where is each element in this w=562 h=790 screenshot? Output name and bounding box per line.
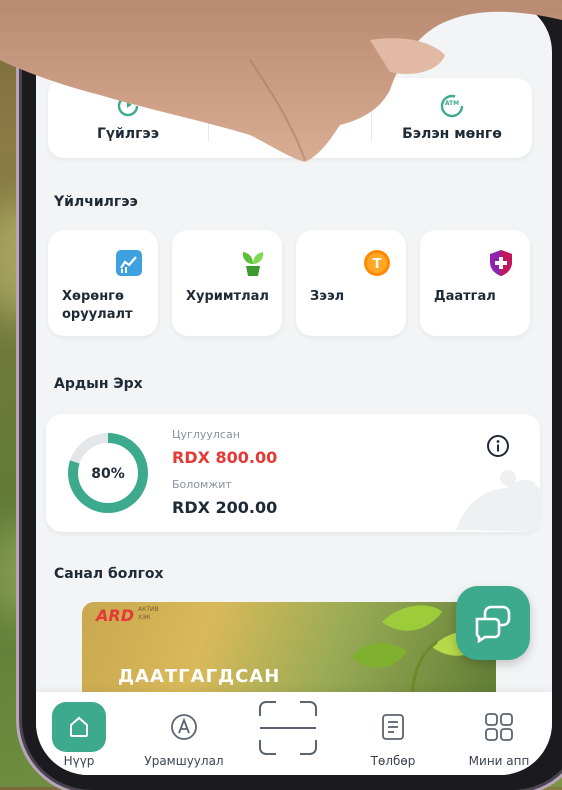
service-label: Хөрөнгө — [62, 289, 124, 304]
offer-banner[interactable]: ARD АКТИВ ХЭК ДААТГАГДСАН — [82, 602, 496, 702]
nav-mini-apps-label: Мини апп — [468, 754, 530, 768]
cash-button[interactable]: ATM Бэлэн мөнгө — [372, 78, 532, 158]
cash-label: Бэлэн мөнгө — [402, 126, 502, 142]
transfer-icon — [117, 95, 139, 117]
services-title: Үйлчилгээ — [54, 194, 138, 210]
rewards-icon — [171, 714, 197, 740]
service-investment[interactable]: Хөрөнгө оруулалт — [48, 230, 158, 336]
service-label: оруулалт — [62, 307, 133, 322]
service-label: Даатгал — [434, 289, 496, 304]
quick-actions-card: Гүйлгээ ATM Бэлэн мөнгө — [48, 78, 532, 158]
ardyn-erkh-title: Ардын Эрх — [54, 376, 143, 392]
scan-icon — [259, 701, 317, 755]
horse-rider-watermark-icon — [456, 470, 540, 532]
nav-home[interactable]: Нүүр — [52, 692, 106, 775]
chat-button[interactable] — [456, 586, 530, 660]
transfer-label: Гүйлгээ — [96, 126, 160, 142]
banner-title: ДААТГАГДСАН — [118, 666, 281, 687]
atm-icon: ATM — [440, 94, 464, 118]
nav-home-label: Нүүр — [63, 754, 95, 768]
progress-percent: 80% — [91, 466, 125, 482]
svg-text:ATM: ATM — [445, 100, 459, 107]
service-label: Зээл — [310, 289, 345, 304]
nav-payment-label: Төлбөр — [370, 754, 416, 768]
nav-payment[interactable]: Төлбөр — [366, 692, 420, 775]
service-savings[interactable]: Хуримтлал — [172, 230, 282, 336]
mini-apps-icon — [485, 713, 513, 741]
nav-scan[interactable] — [256, 692, 320, 775]
plant-savings-icon — [242, 252, 264, 276]
service-loan[interactable]: T Зээл — [296, 230, 406, 336]
service-insurance[interactable]: Даатгал — [420, 230, 530, 336]
svg-text:T: T — [373, 257, 382, 272]
nav-rewards-label: Урамшуулал — [144, 754, 224, 768]
collected-label: Цуглуулсан — [172, 428, 240, 441]
offers-title: Санал болгох — [54, 566, 164, 582]
transfer-button[interactable]: Гүйлгээ — [48, 78, 208, 158]
banner-logo-sub: АКТИВ ХЭК — [138, 606, 159, 621]
ardyn-erkh-card[interactable]: 80% Цуглуулсан RDX 800.00 Боломжит RDX 2… — [46, 414, 540, 532]
progress-ring: 80% — [68, 433, 148, 513]
available-label: Боломжит — [172, 478, 232, 491]
collected-value: RDX 800.00 — [172, 448, 278, 467]
app-screen: Гүйлгээ ATM Бэлэн мөнгө Үйлчилгээ Хөрөнг… — [36, 0, 552, 775]
available-value: RDX 200.00 — [172, 498, 278, 517]
chat-bubbles-icon — [475, 605, 511, 643]
service-label: Хуримтлал — [186, 289, 269, 304]
insurance-shield-icon — [490, 250, 512, 276]
nav-mini-apps[interactable]: Мини апп — [469, 692, 529, 775]
investment-chart-icon — [116, 250, 142, 276]
bill-icon — [382, 714, 404, 740]
info-icon[interactable] — [486, 434, 510, 458]
quick-action-middle[interactable] — [209, 78, 371, 158]
banner-logo: ARD — [96, 606, 134, 625]
loan-coin-icon: T — [364, 250, 390, 276]
nav-rewards[interactable]: Урамшуулал — [144, 692, 224, 775]
home-icon — [70, 716, 88, 737]
bottom-nav: Нүүр Урамшуулал Төлбөр Мини апп — [36, 692, 552, 775]
